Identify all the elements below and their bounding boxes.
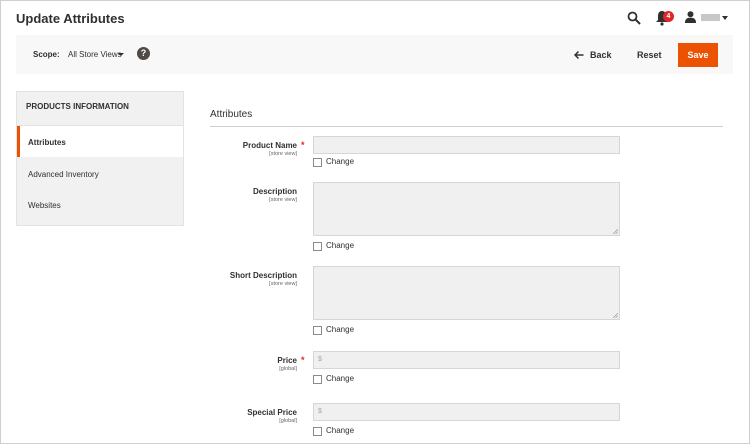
price-change-checkbox[interactable] — [313, 375, 322, 384]
special-price-change-checkbox[interactable] — [313, 427, 322, 436]
reset-button[interactable]: Reset — [637, 50, 662, 60]
product-name-input[interactable] — [313, 136, 620, 154]
short-description-scope: [store view] — [269, 281, 297, 287]
scope-label: Scope: — [33, 50, 60, 59]
section-divider — [210, 126, 723, 127]
product-name-scope: [store view] — [269, 151, 297, 157]
search-icon[interactable] — [627, 11, 641, 25]
special-price-input[interactable]: $ — [313, 403, 620, 421]
page-actions-bar: Scope: All Store Views ? Back Reset Save — [16, 35, 733, 74]
arrow-left-icon — [574, 50, 584, 60]
help-icon[interactable]: ? — [137, 47, 150, 60]
back-button[interactable]: Back — [574, 48, 612, 62]
price-label: Price — [277, 356, 297, 365]
caret-down-icon[interactable] — [722, 16, 728, 20]
price-input[interactable]: $ — [313, 351, 620, 369]
sidebar: PRODUCTS INFORMATION Attributes Advanced… — [16, 91, 184, 226]
back-button-label: Back — [590, 50, 612, 60]
currency-symbol: $ — [318, 408, 322, 415]
short-description-label: Short Description — [229, 271, 297, 280]
scope-switcher[interactable]: All Store Views — [68, 50, 122, 59]
description-change-label[interactable]: Change — [326, 241, 354, 250]
price-scope: [global] — [279, 366, 297, 372]
sidebar-item-advanced-inventory[interactable]: Advanced Inventory — [17, 158, 183, 189]
save-button[interactable]: Save — [678, 43, 718, 67]
page-title: Update Attributes — [16, 11, 125, 26]
required-marker: * — [301, 140, 305, 150]
resize-grip-icon[interactable] — [613, 313, 618, 318]
sidebar-title: PRODUCTS INFORMATION — [17, 92, 183, 126]
special-price-scope: [global] — [279, 418, 297, 424]
price-change-label[interactable]: Change — [326, 374, 354, 383]
notification-count-badge[interactable]: 4 — [663, 11, 674, 22]
section-title: Attributes — [210, 109, 253, 120]
description-textarea[interactable] — [313, 182, 620, 236]
product-name-label: Product Name — [242, 141, 297, 150]
sidebar-item-attributes[interactable]: Attributes — [17, 126, 183, 157]
short-description-change-label[interactable]: Change — [326, 325, 354, 334]
product-name-change-checkbox[interactable] — [313, 158, 322, 167]
description-scope: [store view] — [269, 197, 297, 203]
special-price-change-label[interactable]: Change — [326, 426, 354, 435]
sidebar-item-websites[interactable]: Websites — [17, 189, 183, 220]
user-name-redacted[interactable] — [701, 14, 720, 21]
product-name-change-label[interactable]: Change — [326, 157, 354, 166]
resize-grip-icon[interactable] — [613, 229, 618, 234]
short-description-change-checkbox[interactable] — [313, 326, 322, 335]
user-icon[interactable] — [685, 11, 696, 23]
required-marker: * — [301, 355, 305, 365]
caret-down-icon[interactable] — [118, 53, 124, 56]
currency-symbol: $ — [318, 356, 322, 363]
description-change-checkbox[interactable] — [313, 242, 322, 251]
description-label: Description — [252, 187, 297, 196]
short-description-textarea[interactable] — [313, 266, 620, 320]
special-price-label: Special Price — [247, 408, 297, 417]
